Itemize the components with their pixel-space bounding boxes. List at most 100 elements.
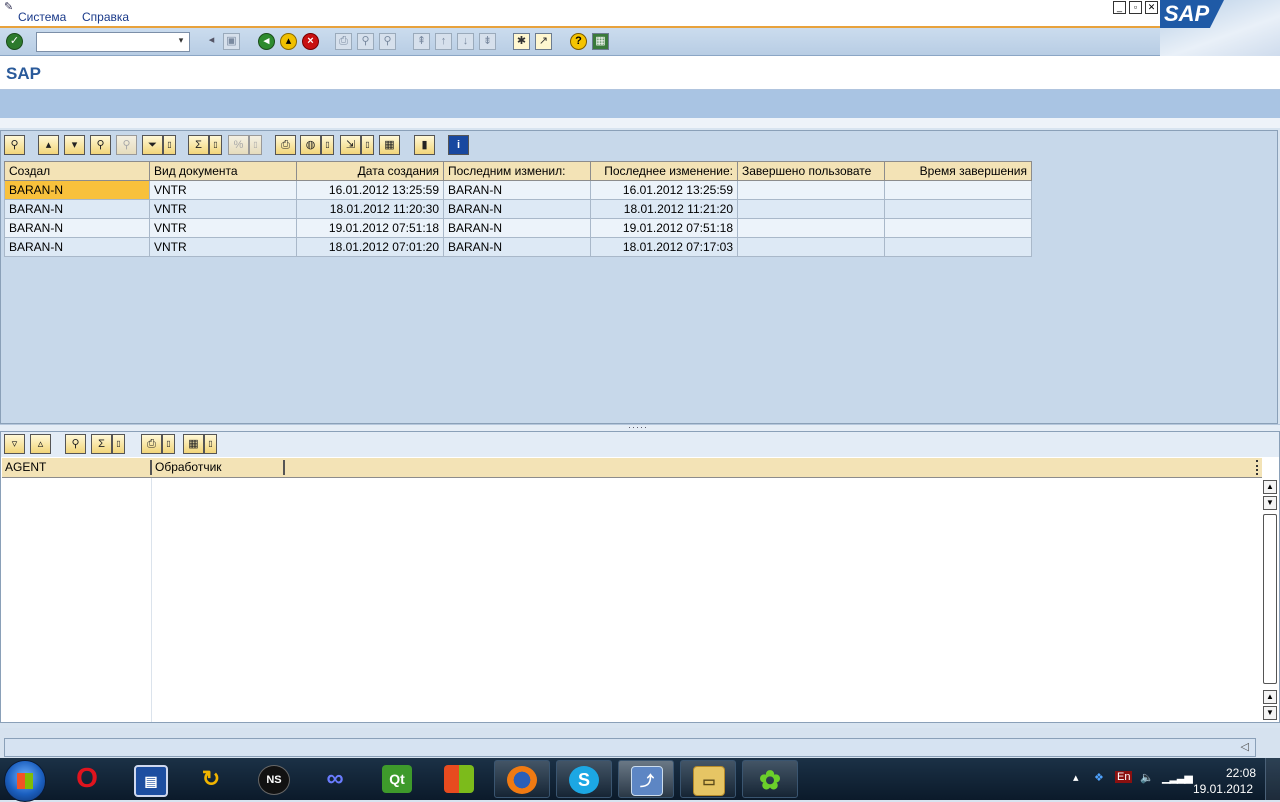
filter-icon[interactable]: ⏷	[142, 135, 163, 155]
page-up-icon[interactable]: ▼	[1263, 496, 1277, 510]
views-icon[interactable]: ◍	[300, 135, 321, 155]
column-header-agent[interactable]: AGENT	[5, 460, 46, 474]
exit-icon[interactable]: ▴	[280, 33, 297, 50]
window-menu-icon[interactable]: ✎	[4, 0, 13, 13]
network-signal-icon[interactable]: ▁▂▃▅	[1162, 771, 1193, 784]
clock-date[interactable]: 19.01.2012	[1193, 782, 1253, 796]
restore-button[interactable]: ▫	[1129, 1, 1142, 14]
collapse-all-icon[interactable]: ▵	[30, 434, 51, 454]
taskbar-sap-logon[interactable]: ⤴	[618, 760, 674, 798]
sort-descending-icon[interactable]: ▾	[64, 135, 85, 155]
export-dropdown-icon[interactable]: ▯	[361, 135, 374, 155]
cell-poslednee-izmenenie[interactable]: 19.01.2012 07:51:18	[590, 218, 738, 238]
minimize-button[interactable]: _	[1113, 1, 1126, 14]
vertical-scrollbar[interactable]: ▲ ▼ ▲ ▼	[1263, 478, 1277, 722]
taskbar-qt-creator[interactable]: Qt	[370, 760, 426, 798]
table-row[interactable]: BARAN-N VNTR 18.01.2012 07:01:20 BARAN-N…	[4, 237, 1032, 257]
cell-poslednim-izmenil[interactable]: BARAN-N	[443, 199, 591, 219]
show-desktop-button[interactable]	[1265, 758, 1280, 800]
column-header-vid-dokumenta[interactable]: Вид документа	[149, 161, 297, 181]
menu-sistema[interactable]: Система	[18, 10, 66, 24]
command-history-arrow-icon[interactable]: ◂	[203, 33, 220, 50]
sum-icon[interactable]: Σ	[188, 135, 209, 155]
cell-vid-dokumenta[interactable]: VNTR	[149, 218, 297, 238]
column-header-sozdal[interactable]: Создал	[4, 161, 150, 181]
page-down-icon[interactable]: ▲	[1263, 690, 1277, 704]
pane-splitter[interactable]: ·····	[0, 422, 1280, 432]
info-icon[interactable]: i	[448, 135, 469, 155]
cell-sozdal[interactable]: BARAN-N	[4, 199, 150, 219]
cell-poslednee-izmenenie[interactable]: 18.01.2012 07:17:03	[590, 237, 738, 257]
taskbar-infinity[interactable]: ∞	[308, 760, 364, 798]
scroll-up-icon[interactable]: ▲	[1263, 480, 1277, 494]
header-resize-handle[interactable]	[1256, 460, 1261, 475]
sum-dropdown-icon[interactable]: ▯	[112, 434, 125, 454]
column-separator[interactable]	[283, 460, 285, 475]
table-row[interactable]: BARAN-N VNTR 18.01.2012 11:20:30 BARAN-N…	[4, 199, 1032, 219]
table-row[interactable]: BARAN-N VNTR 19.01.2012 07:51:18 BARAN-N…	[4, 218, 1032, 238]
cell-sozdal[interactable]: BARAN-N	[4, 218, 150, 238]
cell-sozdal[interactable]: BARAN-N	[4, 237, 150, 257]
close-button[interactable]: ✕	[1145, 1, 1158, 14]
help-icon[interactable]: ?	[570, 33, 587, 50]
column-header-poslednee-izmenenie[interactable]: Последнее изменение:	[590, 161, 738, 181]
cell-data-sozdaniya[interactable]: 16.01.2012 13:25:59	[296, 180, 444, 200]
taskbar-windows-flag[interactable]	[432, 760, 488, 798]
language-indicator[interactable]: En	[1115, 771, 1133, 783]
menu-spravka[interactable]: Справка	[82, 10, 129, 24]
status-expand-icon[interactable]: ◁	[1241, 740, 1249, 753]
cell-zaversheno-polzovatelem[interactable]	[737, 199, 885, 219]
volume-icon[interactable]: 🔈	[1140, 771, 1154, 784]
print-dropdown-icon[interactable]: ▯	[162, 434, 175, 454]
cell-poslednim-izmenil[interactable]: BARAN-N	[443, 218, 591, 238]
cell-vremya-zaversheniya[interactable]	[884, 199, 1032, 219]
dropbox-icon[interactable]: ❖	[1094, 771, 1104, 784]
print-icon[interactable]: ⎙	[141, 434, 162, 454]
cell-vremya-zaversheniya[interactable]	[884, 237, 1032, 257]
views-dropdown-icon[interactable]: ▯	[321, 135, 334, 155]
cell-zaversheno-polzovatelem[interactable]	[737, 218, 885, 238]
filter-dropdown-icon[interactable]: ▯	[163, 135, 176, 155]
taskbar-save-disk[interactable]: ▤	[122, 760, 178, 798]
find-icon[interactable]: ⚲	[90, 135, 111, 155]
cell-poslednim-izmenil[interactable]: BARAN-N	[443, 237, 591, 257]
back-icon[interactable]: ◂	[258, 33, 275, 50]
taskbar-nero[interactable]: NS	[246, 760, 302, 798]
cell-zaversheno-polzovatelem[interactable]	[737, 237, 885, 257]
column-header-zaversheno-polzovatelem[interactable]: Завершено пользовате	[737, 161, 885, 181]
clock-time[interactable]: 22:08	[1226, 766, 1256, 780]
cell-vid-dokumenta[interactable]: VNTR	[149, 199, 297, 219]
column-header-obrabotchik[interactable]: Обработчик	[155, 460, 222, 474]
taskbar-file-explorer[interactable]: ▭	[680, 760, 736, 798]
cell-sozdal[interactable]: BARAN-N	[4, 180, 150, 200]
cell-zaversheno-polzovatelem[interactable]	[737, 180, 885, 200]
enter-checkmark-icon[interactable]: ✓	[6, 33, 23, 50]
cell-data-sozdaniya[interactable]: 18.01.2012 07:01:20	[296, 237, 444, 257]
taskbar-update[interactable]: ↻	[184, 760, 240, 798]
sum-icon[interactable]: Σ	[91, 434, 112, 454]
shortcut-icon[interactable]: ↗	[535, 33, 552, 50]
taskbar-skype[interactable]: S	[556, 760, 612, 798]
cell-vid-dokumenta[interactable]: VNTR	[149, 180, 297, 200]
export-icon[interactable]: ⇲	[340, 135, 361, 155]
taskbar-firefox[interactable]	[494, 760, 550, 798]
cell-data-sozdaniya[interactable]: 19.01.2012 07:51:18	[296, 218, 444, 238]
cell-poslednim-izmenil[interactable]: BARAN-N	[443, 180, 591, 200]
column-separator[interactable]	[150, 460, 152, 475]
column-header-data-sozdaniya[interactable]: Дата создания	[296, 161, 444, 181]
print-preview-icon[interactable]: ⎙	[275, 135, 296, 155]
taskbar-opera[interactable]: O	[60, 760, 116, 798]
cell-vremya-zaversheniya[interactable]	[884, 218, 1032, 238]
column-header-vremya-zaversheniya[interactable]: Время завершения	[884, 161, 1032, 181]
cell-vremya-zaversheniya[interactable]	[884, 180, 1032, 200]
cell-data-sozdaniya[interactable]: 18.01.2012 11:20:30	[296, 199, 444, 219]
taskbar-icq[interactable]: ✿	[742, 760, 798, 798]
scroll-thumb[interactable]	[1263, 514, 1277, 684]
table-row[interactable]: BARAN-N VNTR 16.01.2012 13:25:59 BARAN-N…	[4, 180, 1032, 200]
cell-poslednee-izmenenie[interactable]: 16.01.2012 13:25:59	[590, 180, 738, 200]
cancel-icon[interactable]: ×	[302, 33, 319, 50]
graphic-icon[interactable]: ▮	[414, 135, 435, 155]
command-field[interactable]	[36, 32, 190, 52]
expand-all-icon[interactable]: ▿	[4, 434, 25, 454]
start-button[interactable]	[4, 760, 46, 802]
